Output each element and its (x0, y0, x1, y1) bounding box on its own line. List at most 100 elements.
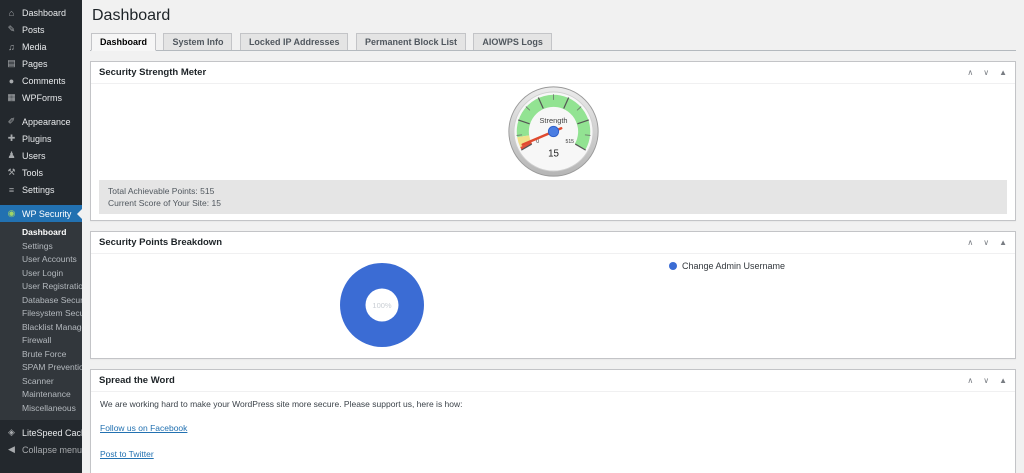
legend-dot-icon (669, 262, 677, 270)
sidebar-item-dashboard[interactable]: ⌂ Dashboard (0, 4, 82, 21)
toggle-panel-icon[interactable]: ▲ (999, 69, 1007, 77)
sidebar-item-label: Appearance (22, 117, 71, 127)
move-up-icon[interactable]: ∧ (967, 377, 973, 385)
sidebar-item-wp-security[interactable]: ◉ WP Security (0, 205, 82, 222)
toggle-panel-icon[interactable]: ▲ (999, 377, 1007, 385)
shield-icon: ◉ (6, 208, 17, 219)
gauge-hub (548, 126, 558, 136)
sidebar-item-label: Plugins (22, 134, 52, 144)
move-up-icon[interactable]: ∧ (967, 69, 973, 77)
submenu-item-database-security[interactable]: Database Security (0, 294, 82, 308)
panel-title: Security Points Breakdown (99, 237, 222, 248)
tab-locked-ip-addresses[interactable]: Locked IP Addresses (240, 33, 349, 50)
spread-intro-text: We are working hard to make your WordPre… (100, 399, 1006, 409)
collapse-menu-label: Collapse menu (22, 445, 82, 455)
move-up-icon[interactable]: ∧ (967, 239, 973, 247)
donut-chart: 100% (340, 263, 424, 347)
post-twitter-link[interactable]: Post to Twitter (100, 449, 154, 459)
sidebar-item-settings[interactable]: ≡ Settings (0, 181, 82, 198)
sidebar-item-label: WPForms (22, 93, 62, 103)
breakdown-chart-area: 100% Change Admin Username (91, 254, 1015, 358)
tab-dashboard[interactable]: Dashboard (91, 33, 156, 51)
dashboard-icon: ⌂ (6, 8, 17, 18)
main-content: Dashboard Dashboard System Info Locked I… (82, 0, 1024, 473)
tab-permanent-block-list[interactable]: Permanent Block List (356, 33, 466, 50)
submenu-item-miscellaneous[interactable]: Miscellaneous (0, 402, 82, 416)
sidebar-item-users[interactable]: ♟ Users (0, 147, 82, 164)
media-icon: ♫ (6, 42, 17, 52)
panel-header[interactable]: Spread the Word ∧ ∨ ▲ (91, 370, 1015, 392)
move-down-icon[interactable]: ∨ (983, 69, 989, 77)
sidebar-item-label: Pages (22, 59, 48, 69)
tab-system-info[interactable]: System Info (163, 33, 232, 50)
submenu-item-blacklist-manager[interactable]: Blacklist Manager (0, 321, 82, 335)
follow-facebook-link[interactable]: Follow us on Facebook (100, 423, 187, 433)
sidebar-item-label: Tools (22, 168, 43, 178)
sidebar-item-plugins[interactable]: ✚ Plugins (0, 130, 82, 147)
move-down-icon[interactable]: ∨ (983, 377, 989, 385)
sidebar-item-label: Settings (22, 185, 55, 195)
comments-icon: ● (6, 76, 17, 86)
sidebar-item-label: WP Security (22, 209, 71, 219)
sidebar-item-wpforms[interactable]: ▦ WPForms (0, 89, 82, 106)
submenu-item-user-registration[interactable]: User Registration (0, 280, 82, 294)
settings-icon: ≡ (6, 185, 17, 195)
score-summary-box: Total Achievable Points: 515 Current Sco… (99, 180, 1007, 214)
tab-aiowps-logs[interactable]: AIOWPS Logs (473, 33, 552, 50)
current-score: Current Score of Your Site: 15 (108, 197, 998, 209)
sidebar-item-label: Posts (22, 25, 45, 35)
sidebar-item-litespeed-cache[interactable]: ◈ LiteSpeed Cache (0, 424, 82, 441)
page-title: Dashboard (90, 0, 1016, 32)
sidebar-item-pages[interactable]: ▤ Pages (0, 55, 82, 72)
collapse-menu-button[interactable]: ◀ Collapse menu (0, 441, 82, 458)
panel-header[interactable]: Security Strength Meter ∧ ∨ ▲ (91, 62, 1015, 84)
submenu-item-user-accounts[interactable]: User Accounts (0, 253, 82, 267)
wp-security-submenu: Dashboard Settings User Accounts User Lo… (0, 222, 82, 420)
gauge-min-label: 0 (536, 139, 539, 145)
sidebar-separator (0, 106, 82, 113)
legend-label: Change Admin Username (682, 261, 785, 271)
gauge-chart: Strength 0 515 15 (507, 85, 600, 178)
sidebar-separator (0, 198, 82, 205)
sidebar-item-media[interactable]: ♫ Media (0, 38, 82, 55)
gauge-max-label: 515 (565, 139, 574, 145)
sidebar-item-label: Comments (22, 76, 66, 86)
submenu-item-maintenance[interactable]: Maintenance (0, 388, 82, 402)
plugins-icon: ✚ (6, 133, 17, 144)
strength-gauge: Strength 0 515 15 (91, 84, 1015, 178)
submenu-item-scanner[interactable]: Scanner (0, 375, 82, 389)
submenu-item-spam-prevention[interactable]: SPAM Prevention (0, 361, 82, 375)
move-down-icon[interactable]: ∨ (983, 239, 989, 247)
security-points-breakdown-panel: Security Points Breakdown ∧ ∨ ▲ 100% Cha… (90, 231, 1016, 359)
panel-title: Security Strength Meter (99, 67, 206, 78)
submenu-item-brute-force[interactable]: Brute Force (0, 348, 82, 362)
litespeed-icon: ◈ (6, 427, 17, 438)
submenu-item-dashboard[interactable]: Dashboard (0, 226, 82, 240)
submenu-item-filesystem-security[interactable]: Filesystem Security (0, 307, 82, 321)
total-achievable-points: Total Achievable Points: 515 (108, 185, 998, 197)
collapse-arrow-icon: ◀ (6, 444, 17, 455)
posts-icon: ✎ (6, 24, 17, 35)
chart-legend: Change Admin Username (669, 261, 785, 271)
sidebar-item-tools[interactable]: ⚒ Tools (0, 164, 82, 181)
sidebar-item-posts[interactable]: ✎ Posts (0, 21, 82, 38)
sidebar-item-label: Users (22, 151, 46, 161)
appearance-icon: ✐ (6, 116, 17, 127)
submenu-item-user-login[interactable]: User Login (0, 267, 82, 281)
submenu-item-firewall[interactable]: Firewall (0, 334, 82, 348)
admin-sidebar: ⌂ Dashboard ✎ Posts ♫ Media ▤ Pages ● Co… (0, 0, 82, 473)
security-strength-meter-panel: Security Strength Meter ∧ ∨ ▲ (90, 61, 1016, 221)
submenu-item-settings[interactable]: Settings (0, 240, 82, 254)
sidebar-item-comments[interactable]: ● Comments (0, 72, 82, 89)
toggle-panel-icon[interactable]: ▲ (999, 239, 1007, 247)
wpforms-icon: ▦ (6, 92, 17, 103)
donut-center-label: 100% (372, 301, 392, 310)
sidebar-item-label: Media (22, 42, 47, 52)
tools-icon: ⚒ (6, 167, 17, 178)
panel-header[interactable]: Security Points Breakdown ∧ ∨ ▲ (91, 232, 1015, 254)
sidebar-item-appearance[interactable]: ✐ Appearance (0, 113, 82, 130)
users-icon: ♟ (6, 150, 17, 161)
gauge-value-label: 15 (548, 149, 559, 160)
sidebar-item-label: LiteSpeed Cache (22, 428, 91, 438)
tab-bar: Dashboard System Info Locked IP Addresse… (90, 32, 1016, 51)
